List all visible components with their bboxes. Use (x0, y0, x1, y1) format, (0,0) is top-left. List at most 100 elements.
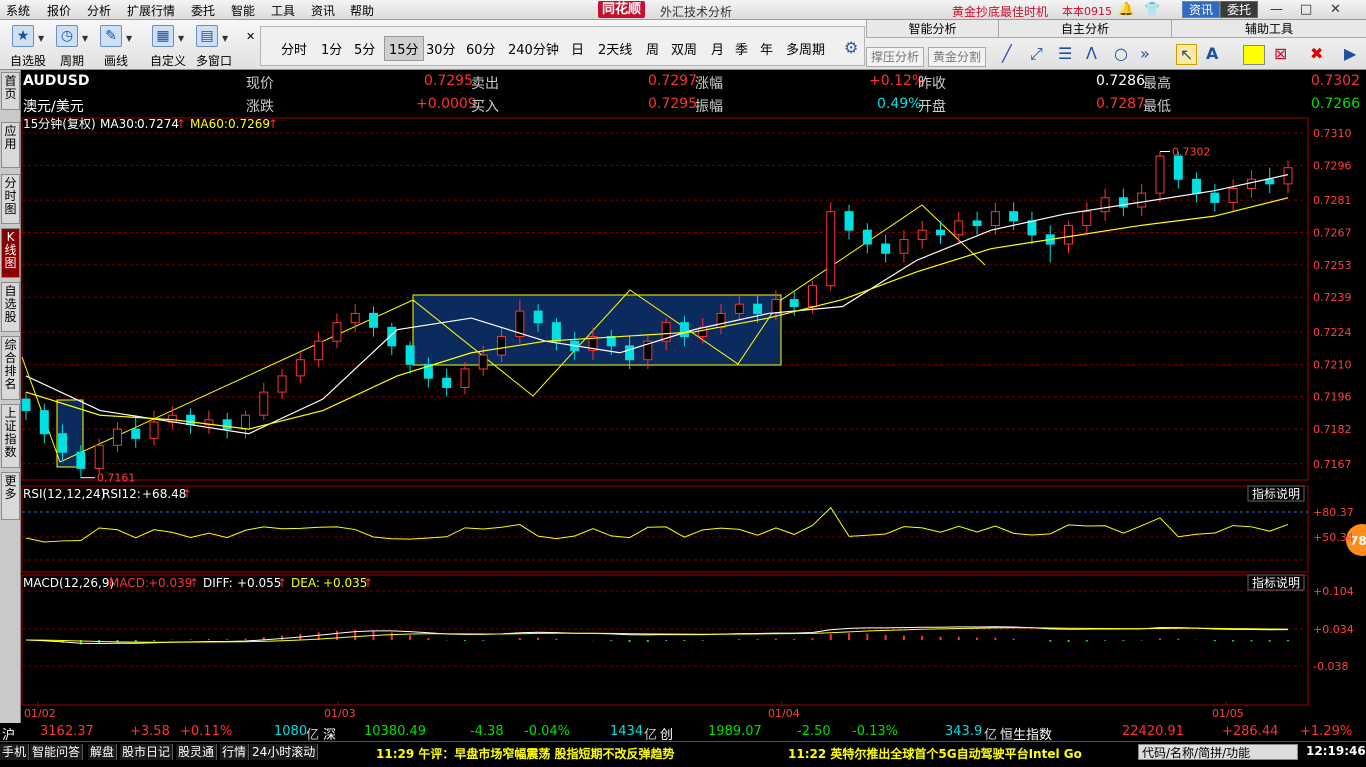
hs-pct: +1.29% (1300, 724, 1353, 739)
candle-body[interactable] (76, 451, 86, 469)
sh-pct: +0.11% (180, 724, 233, 739)
rsi-panel-frame (21, 485, 1309, 573)
candle-body[interactable] (369, 312, 379, 328)
hs-value: 22420.91 (1122, 724, 1185, 739)
candle-body[interactable] (734, 303, 744, 314)
candle-body[interactable] (1246, 178, 1256, 190)
candle-body[interactable] (1210, 192, 1220, 203)
x-date-label: 01/02 (24, 707, 56, 720)
candle-body[interactable] (460, 368, 470, 388)
candle-body[interactable] (295, 359, 305, 377)
rsi-tick-label: +80.37 (1313, 506, 1354, 519)
candle-body[interactable] (881, 243, 891, 254)
candle-body[interactable] (350, 312, 360, 324)
candle-body[interactable] (1155, 155, 1165, 194)
macd-label: MACD: (109, 576, 149, 590)
tab-qa[interactable]: 智能问答 (30, 744, 84, 760)
candle-body[interactable] (240, 414, 250, 430)
candle-body[interactable] (186, 414, 196, 425)
candle-body[interactable] (899, 238, 909, 254)
code-search-input[interactable]: 代码/名称/简拼/功能 (1138, 744, 1298, 760)
cy-pct: -0.13% (852, 724, 898, 739)
news-ticker-2[interactable]: 11:22 英特尔推出全球首个5G自动驾驶平台Intel Go (788, 745, 1082, 762)
candle-body[interactable] (606, 336, 616, 347)
y-tick-label: 0.7196 (1313, 391, 1352, 404)
candle-body[interactable] (405, 345, 415, 365)
candle-body[interactable] (314, 340, 324, 361)
y-tick-label: 0.7210 (1313, 358, 1352, 371)
candle-body[interactable] (990, 211, 1000, 227)
candle-body[interactable] (58, 433, 68, 453)
up-arrow-icon: ↑ (176, 117, 186, 131)
candle-body[interactable] (112, 428, 122, 446)
candle-body[interactable] (1173, 155, 1183, 180)
candle-body[interactable] (332, 322, 342, 342)
candle-body[interactable] (679, 322, 689, 338)
macd-panel-frame (21, 574, 1309, 706)
cy-change: -2.50 (797, 724, 831, 739)
tab-24h[interactable]: 24小时滚动 (250, 744, 319, 760)
news-ticker-1[interactable]: 11:29 午评：早盘市场窄幅震荡 股指短期不改反弹趋势 (376, 745, 675, 762)
candle-body[interactable] (497, 336, 507, 356)
candle-body[interactable] (1137, 192, 1147, 208)
dea-value: +0.035 (323, 576, 367, 590)
y-tick-label: 0.7281 (1313, 194, 1352, 207)
candle-body[interactable] (917, 229, 927, 240)
candle-body[interactable] (551, 322, 561, 342)
rsi-explain-label[interactable]: 指标说明 (1252, 486, 1300, 501)
tab-interpret[interactable]: 解盘 (88, 744, 118, 760)
candle-body[interactable] (533, 310, 543, 324)
candle-body[interactable] (771, 299, 781, 314)
sh-value: 3162.37 (40, 724, 94, 739)
y-tick-label: 0.7182 (1313, 423, 1352, 436)
macd-title: MACD(12,26,9) (23, 576, 114, 590)
rsi-label: RSI12: (102, 487, 141, 501)
macd-explain-label[interactable]: 指标说明 (1252, 575, 1300, 590)
candle-body[interactable] (1192, 178, 1202, 194)
macd-value: +0.039 (148, 576, 192, 590)
kline-chart[interactable]: 15分钟(复权) MA30: 0.7274 ↑ MA60: 0.7269 ↑ R… (0, 0, 1366, 767)
candle-body[interactable] (826, 211, 836, 287)
candle-body[interactable] (1265, 178, 1275, 185)
candle-body[interactable] (1027, 220, 1037, 236)
candle-body[interactable] (954, 220, 964, 236)
candle-body[interactable] (1082, 211, 1092, 227)
candle-body[interactable] (807, 285, 817, 307)
dea-label: DEA: (291, 576, 320, 590)
candle-body[interactable] (625, 345, 635, 361)
candle-body[interactable] (862, 229, 872, 245)
candle-body[interactable] (21, 398, 31, 412)
candle-body[interactable] (442, 377, 452, 388)
tab-mobile[interactable]: 手机 (0, 744, 30, 760)
cy-amount: 343.9 (945, 724, 983, 739)
candle-body[interactable] (935, 229, 945, 236)
hs-change: +286.44 (1222, 724, 1279, 739)
consolidation-box[interactable] (412, 294, 782, 366)
x-date-label: 01/04 (768, 707, 800, 720)
rsi-tick-label: +50.34 (1313, 531, 1354, 544)
candle-body[interactable] (753, 303, 763, 314)
up-arrow-icon: ↑ (277, 576, 287, 590)
candle-body[interactable] (478, 354, 488, 370)
ma30-value: 0.7274 (137, 117, 179, 131)
up-arrow-icon: ↑ (182, 487, 192, 501)
candle-body[interactable] (1228, 188, 1238, 203)
candle-body[interactable] (259, 391, 269, 416)
tab-stockspirit[interactable]: 股灵通 (176, 744, 218, 760)
candle-body[interactable] (1064, 225, 1074, 245)
candle-body[interactable] (716, 312, 726, 328)
candle-body[interactable] (1009, 211, 1019, 222)
candle-body[interactable] (789, 299, 799, 307)
candle-body[interactable] (39, 410, 49, 435)
candle-body[interactable] (1100, 197, 1110, 213)
tab-diary[interactable]: 股市日记 (120, 744, 174, 760)
candle-body[interactable] (149, 421, 159, 439)
candle-body[interactable] (972, 220, 982, 227)
tab-market[interactable]: 行情 (220, 744, 250, 760)
candle-body[interactable] (222, 419, 232, 430)
candle-body[interactable] (844, 211, 854, 231)
sz-change: -4.38 (470, 724, 504, 739)
candle-body[interactable] (94, 444, 104, 469)
candle-body[interactable] (131, 428, 141, 439)
candle-body[interactable] (277, 375, 287, 393)
